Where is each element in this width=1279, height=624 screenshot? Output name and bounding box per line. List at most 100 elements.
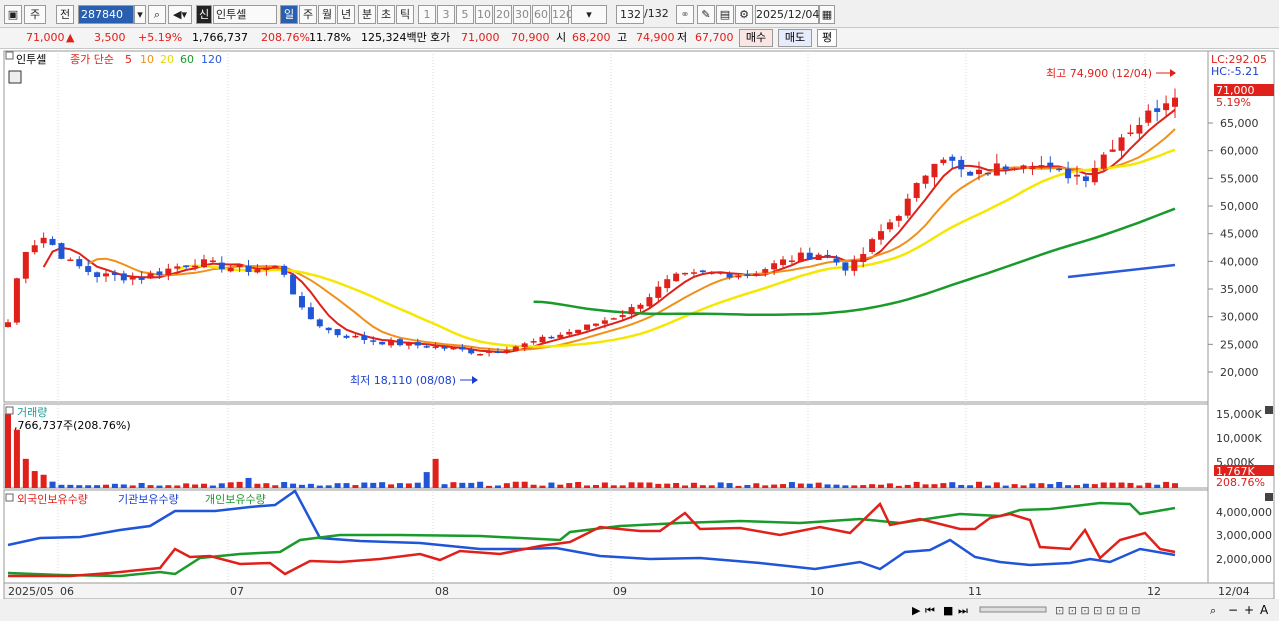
candle-body: [851, 260, 858, 271]
stock-chart[interactable]: 인투셀 종가 단순 5 10 20 60 120 최고 74,900 (12/0…: [0, 49, 1279, 621]
period-select[interactable]: 주: [24, 5, 46, 24]
interval-60[interactable]: 60: [532, 5, 550, 24]
tab-tick[interactable]: 틱: [396, 5, 414, 24]
volume-bar: [379, 482, 386, 488]
candle-body: [788, 260, 795, 262]
hold-axis-2m: 2,000,000: [1216, 553, 1272, 566]
volume-bar: [566, 483, 573, 488]
tab-week[interactable]: 주: [299, 5, 317, 24]
candle-body: [174, 266, 181, 269]
candle-body: [468, 349, 475, 354]
holdings-close-icon[interactable]: [1265, 493, 1273, 501]
volume-bar: [361, 482, 368, 488]
binoculars-icon[interactable]: ⚭: [676, 5, 694, 24]
candle-body: [931, 163, 938, 178]
legend-ma20[interactable]: 20: [160, 53, 174, 66]
stop-icon[interactable]: ■: [943, 604, 953, 617]
candle-body: [352, 335, 359, 338]
candle-body: [1047, 162, 1054, 166]
scroll-right-icon[interactable]: ▶: [912, 604, 921, 617]
volume-close-icon[interactable]: [1265, 406, 1273, 414]
tab-minute[interactable]: 분: [358, 5, 376, 24]
tab-day[interactable]: 일: [280, 5, 298, 24]
date-axis-label: 06: [60, 585, 74, 598]
window-icon[interactable]: ▣: [4, 5, 22, 24]
legend-ma120[interactable]: 120: [201, 53, 222, 66]
volume-bar: [5, 413, 11, 488]
legend-ma60[interactable]: 60: [180, 53, 194, 66]
rewind-icon[interactable]: ⏮: [925, 604, 935, 617]
count-total: /132: [644, 7, 669, 20]
interval-custom-select[interactable]: ▾: [571, 5, 607, 24]
zoom-out-icon[interactable]: −: [1228, 603, 1238, 617]
volume-ratio: 208.76%: [261, 31, 310, 44]
candle-body: [423, 346, 430, 348]
volume-bar: [1065, 485, 1072, 488]
interval-1[interactable]: 1: [418, 5, 436, 24]
interval-30[interactable]: 30: [513, 5, 531, 24]
zoom-slider[interactable]: [979, 606, 1047, 613]
volume-bar: [771, 484, 778, 488]
volume-bar: [102, 484, 109, 488]
stock-name-field[interactable]: 인투셀: [213, 5, 277, 24]
zoom-search-icon[interactable]: ⌕: [1210, 604, 1216, 617]
volume-bar: [94, 485, 101, 488]
volume-bar: [138, 482, 145, 488]
candle-body: [58, 243, 65, 259]
volume-bar: [708, 485, 715, 488]
volume-bar: [316, 485, 323, 488]
count-input[interactable]: 132: [616, 5, 644, 24]
high-label: 고: [617, 31, 628, 44]
speaker-icon[interactable]: ◀▾: [168, 5, 192, 24]
stock-code-input[interactable]: 287840: [78, 5, 134, 24]
zoom-in-icon[interactable]: +: [1244, 603, 1254, 617]
pct-tag: 5.19%: [1216, 96, 1251, 109]
avg-button[interactable]: 평: [817, 29, 837, 47]
candle-body: [1002, 166, 1009, 170]
interval-120[interactable]: 120: [551, 5, 573, 24]
volume-bar: [468, 482, 475, 488]
volume-bar: [655, 483, 662, 488]
candle-body: [218, 262, 225, 270]
search-icon[interactable]: ⌕: [148, 5, 166, 24]
edit-icon[interactable]: ✎: [697, 5, 715, 24]
sell-button[interactable]: 매도: [778, 29, 812, 47]
font-size-icon[interactable]: A: [1260, 603, 1269, 617]
chevron-down-icon[interactable]: ▾: [134, 5, 146, 24]
candle-body: [405, 342, 412, 346]
save-icon[interactable]: ▤: [716, 5, 734, 24]
legend-ma5[interactable]: 5: [125, 53, 132, 66]
candle-body: [316, 319, 323, 327]
prev-button[interactable]: 전: [56, 5, 74, 24]
interval-10[interactable]: 10: [475, 5, 493, 24]
volume-bar: [735, 485, 742, 488]
candle-body: [1172, 97, 1178, 107]
volume-bar: [31, 471, 38, 488]
forward-icon[interactable]: ⏭: [958, 604, 968, 617]
calendar-icon[interactable]: ▦: [819, 5, 835, 24]
candle-body: [165, 268, 172, 276]
tool-icons[interactable]: ⊡ ⊡ ⊡ ⊡ ⊡ ⊡ ⊡: [1055, 604, 1141, 617]
interval-5[interactable]: 5: [456, 5, 474, 24]
tab-month[interactable]: 월: [318, 5, 336, 24]
candle-body: [878, 231, 885, 240]
interval-3[interactable]: 3: [437, 5, 455, 24]
volume-bar: [192, 484, 199, 488]
candle-body: [1091, 168, 1098, 183]
buy-button[interactable]: 매수: [739, 29, 773, 47]
legend-ma10[interactable]: 10: [140, 53, 154, 66]
candle-body: [76, 259, 83, 267]
interval-20[interactable]: 20: [494, 5, 512, 24]
volume-bar: [120, 484, 127, 488]
tab-second[interactable]: 초: [377, 5, 395, 24]
candle-body: [735, 275, 742, 278]
grid-toggle-icon[interactable]: [8, 70, 22, 84]
candle-body: [459, 346, 466, 350]
tab-year[interactable]: 년: [337, 5, 355, 24]
candle-body: [40, 237, 47, 244]
candle-body: [833, 258, 840, 263]
volume-bar: [780, 484, 787, 488]
candle-body: [575, 329, 582, 334]
date-input[interactable]: 2025/12/04: [755, 5, 819, 24]
gear-icon[interactable]: ⚙: [735, 5, 753, 24]
